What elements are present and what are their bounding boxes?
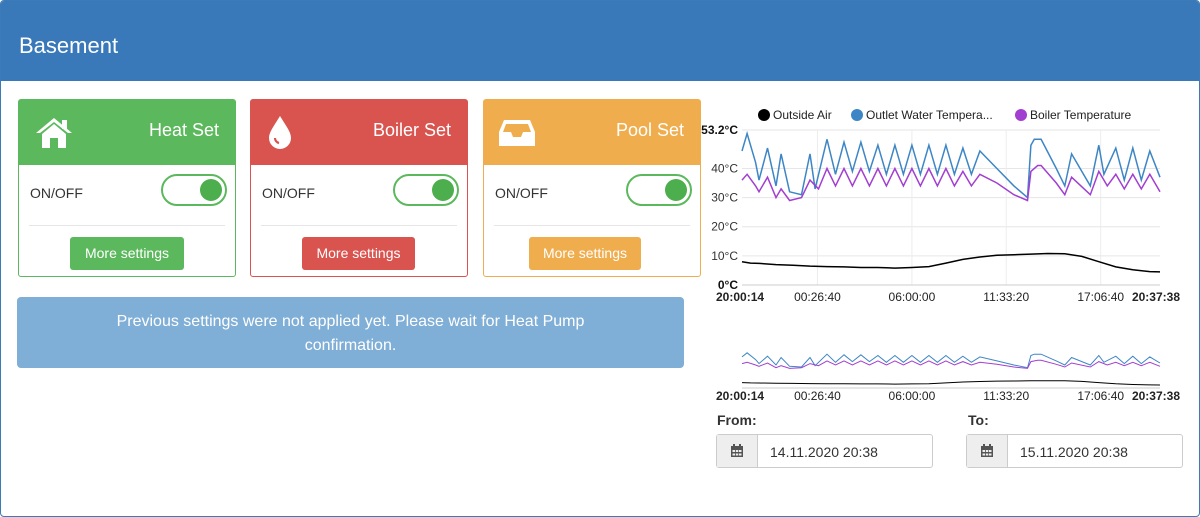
pool-set-header: Pool Set (484, 100, 700, 165)
to-calendar-addon[interactable] (967, 435, 1008, 467)
navigator-x-tick-label: 20:00:14 (716, 389, 764, 403)
heat-set-toggle-label: ON/OFF (30, 185, 83, 201)
outlet-water-line (741, 130, 1161, 200)
panel-title: Basement (19, 33, 119, 58)
x-tick-label: 06:00:00 (889, 290, 936, 304)
notice-line-1: Previous settings were not applied yet. … (116, 313, 585, 330)
boiler-set-header: Boiler Set (251, 100, 467, 165)
from-label: From: (717, 412, 757, 428)
home-icon (35, 116, 73, 155)
x-tick-label: 17:06:40 (1077, 290, 1124, 304)
toggle-knob (665, 179, 687, 201)
from-date-field[interactable]: 14.11.2020 20:38 (716, 434, 933, 468)
notice-line-2: confirmation. (304, 337, 397, 354)
to-date-field[interactable]: 15.11.2020 20:38 (966, 434, 1183, 468)
from-date-value: 14.11.2020 20:38 (770, 444, 878, 460)
divider (261, 225, 457, 226)
heat-set-more-settings-button[interactable]: More settings (70, 237, 184, 270)
x-tick-label: 11:33:20 (983, 290, 1029, 304)
navigator-boiler-temperature-line (741, 359, 1161, 369)
navigator-x-tick-label: 06:00:00 (889, 389, 936, 403)
toggle-knob (200, 179, 222, 201)
water-drop-icon (266, 114, 294, 155)
divider (494, 225, 690, 226)
x-tick-label: 20:00:14 (716, 290, 764, 304)
from-calendar-addon[interactable] (717, 435, 758, 467)
navigator-x-tick-label: 11:33:20 (983, 389, 1029, 403)
boiler-set-more-settings-button[interactable]: More settings (302, 237, 415, 270)
navigator-x-tick-label: 20:37:38 (1132, 389, 1180, 403)
y-tick-label: 20°C (711, 220, 738, 234)
y-tick-label: 53.2°C (701, 123, 738, 137)
navigator-outlet-water-line (741, 352, 1161, 369)
to-date-value: 15.11.2020 20:38 (1020, 444, 1128, 460)
toggle-knob (432, 179, 454, 201)
pool-set-more-settings-button[interactable]: More settings (529, 237, 641, 270)
inbox-tray-icon (498, 118, 536, 153)
panel-header: Basement (1, 1, 1199, 81)
heat-set-title: Heat Set (148, 120, 219, 140)
pool-set-title: Pool Set (615, 120, 684, 140)
boiler-set-toggle-label: ON/OFF (262, 185, 315, 201)
boiler-set-title: Boiler Set (372, 120, 451, 140)
temperature-chart[interactable]: 0°C10°C20°C30°C40°C53.2°C 20:00:14 00:26:… (700, 120, 1180, 430)
boiler-set-card: Boiler Set ON/OFF More settings (250, 99, 468, 277)
navigator-outside-air-line (741, 380, 1161, 386)
heat-set-card: Heat Set ON/OFF More settings (18, 99, 236, 277)
pool-set-toggle-label: ON/OFF (495, 185, 548, 201)
navigator-x-tick-label: 00:26:40 (794, 389, 841, 403)
heat-set-header: Heat Set (19, 100, 235, 165)
pending-settings-notice: Previous settings were not applied yet. … (17, 297, 684, 368)
x-tick-label: 20:37:38 (1132, 290, 1180, 304)
divider (29, 225, 225, 226)
heat-set-toggle[interactable] (161, 174, 227, 206)
boiler-set-toggle[interactable] (393, 174, 459, 206)
x-tick-label: 00:26:40 (794, 290, 841, 304)
calendar-icon (981, 444, 993, 457)
navigator-x-tick-label: 17:06:40 (1077, 389, 1124, 403)
to-label: To: (968, 412, 989, 428)
y-tick-label: 40°C (711, 161, 738, 175)
pool-set-toggle[interactable] (626, 174, 692, 206)
pool-set-card: Pool Set ON/OFF More settings (483, 99, 701, 277)
y-tick-label: 30°C (711, 191, 738, 205)
calendar-icon (731, 444, 743, 457)
y-tick-label: 10°C (711, 249, 738, 263)
